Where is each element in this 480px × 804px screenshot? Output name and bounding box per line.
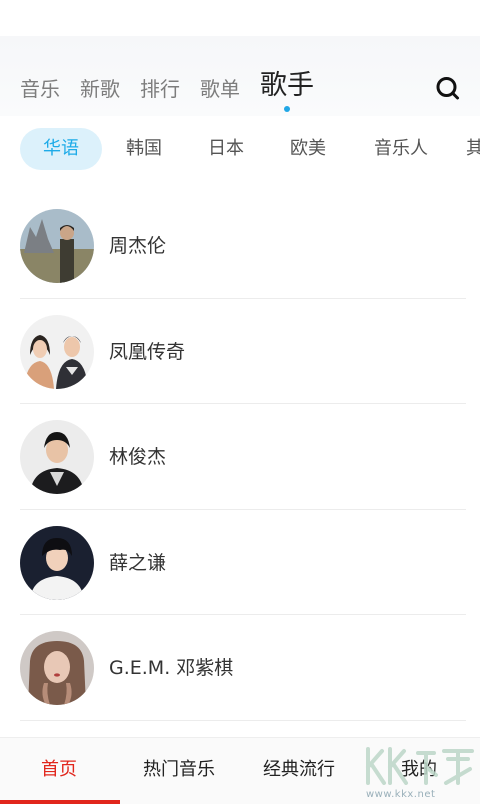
artist-name: 周杰伦 xyxy=(109,235,167,257)
avatar xyxy=(20,314,94,389)
avatar xyxy=(20,209,94,283)
category-chinese[interactable]: 华语 xyxy=(20,128,102,170)
artist-name: 薛之谦 xyxy=(109,551,167,574)
tab-charts[interactable]: 排行 xyxy=(140,76,180,102)
bottom-nav: 首页 热门音乐 经典流行 我的 xyxy=(0,737,480,804)
artist-row[interactable]: 薛之谦 xyxy=(20,510,466,616)
category-japan[interactable]: 日本 xyxy=(196,128,256,170)
artist-row[interactable]: 林俊杰 xyxy=(20,404,466,510)
artist-name: G.E.M. 邓紫棋 xyxy=(109,657,234,680)
tab-singers[interactable]: 歌手 xyxy=(260,70,314,112)
nav-classic-pop[interactable]: 经典流行 xyxy=(263,758,335,782)
avatar xyxy=(20,525,94,600)
artist-row[interactable]: 周杰伦 xyxy=(20,193,466,299)
artist-row[interactable]: G.E.M. 邓紫棋 xyxy=(20,615,466,721)
tab-music[interactable]: 音乐 xyxy=(20,76,60,102)
artist-list: 周杰伦 凤凰传奇 林俊杰 薛之谦 G.E.M. 邓紫棋 xyxy=(20,193,466,721)
artist-name: 凤凰传奇 xyxy=(109,340,186,363)
category-western[interactable]: 欧美 xyxy=(278,128,338,170)
category-other[interactable]: 其 xyxy=(466,128,480,170)
top-tab-bar: 音乐 新歌 排行 歌单 歌手 xyxy=(20,62,334,112)
tab-playlists[interactable]: 歌单 xyxy=(200,76,240,102)
tab-singers-label: 歌手 xyxy=(260,70,314,101)
nav-home[interactable]: 首页 xyxy=(41,758,77,782)
nav-active-indicator xyxy=(0,800,120,804)
nav-hot-music[interactable]: 热门音乐 xyxy=(143,758,215,782)
active-tab-dot xyxy=(284,106,290,112)
search-button[interactable] xyxy=(434,74,462,102)
nav-mine[interactable]: 我的 xyxy=(401,758,437,782)
avatar xyxy=(20,631,94,706)
category-musicians[interactable]: 音乐人 xyxy=(362,128,440,170)
avatar xyxy=(20,420,94,495)
artist-row[interactable]: 凤凰传奇 xyxy=(20,299,466,405)
tab-new-songs[interactable]: 新歌 xyxy=(80,76,120,102)
category-bar: 华语 韩国 日本 欧美 音乐人 其 xyxy=(0,128,480,172)
category-korea[interactable]: 韩国 xyxy=(114,128,174,170)
search-icon xyxy=(436,77,459,100)
artist-name: 林俊杰 xyxy=(109,446,167,469)
